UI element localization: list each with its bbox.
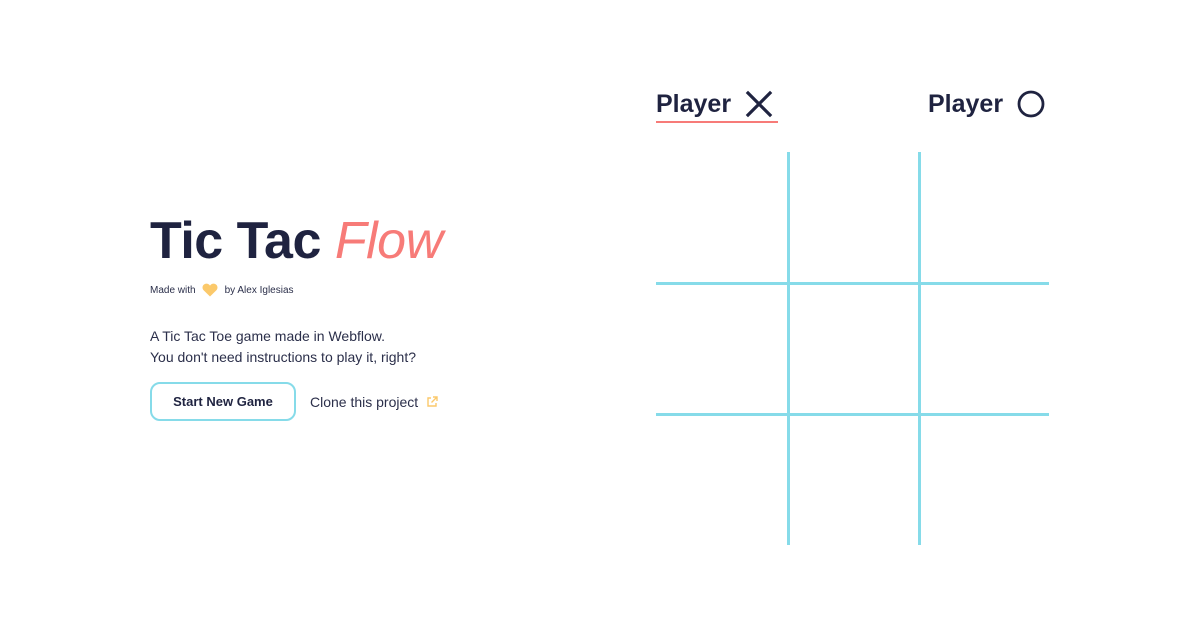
board-cell-3[interactable]: [918, 152, 1049, 283]
board-cell-1[interactable]: [656, 152, 787, 283]
board-cell-7[interactable]: [656, 414, 787, 545]
title-accent: Flow: [334, 212, 443, 270]
title-main: Tic Tac: [150, 212, 335, 270]
grid-line-horizontal-1: [656, 282, 1049, 285]
description-line-2: You don't need instructions to play it, …: [150, 349, 416, 365]
game-page: Tic Tac Flow Made with by Alex Iglesias …: [0, 0, 1200, 630]
clone-project-link[interactable]: Clone this project: [310, 394, 438, 410]
board-cell-4[interactable]: [656, 283, 787, 414]
player-x-tab[interactable]: Player: [656, 84, 778, 124]
grid-line-vertical-2: [918, 152, 921, 545]
credit-prefix: Made with: [150, 284, 196, 296]
credit-author: by Alex Iglesias: [224, 284, 294, 296]
circle-icon: [1017, 90, 1045, 118]
game-board: [656, 152, 1049, 545]
page-title: Tic Tac Flow: [150, 210, 570, 272]
intro-panel: Tic Tac Flow Made with by Alex Iglesias …: [150, 210, 570, 421]
board-cell-6[interactable]: [918, 283, 1049, 414]
heart-icon: [202, 283, 218, 297]
clone-project-label: Clone this project: [310, 393, 419, 410]
board-cell-9[interactable]: [918, 414, 1049, 545]
x-icon: [745, 90, 773, 118]
active-player-indicator: [656, 121, 778, 123]
actions-row: Start New Game Clone this project: [150, 382, 570, 421]
board-cell-8[interactable]: [787, 414, 918, 545]
grid-line-horizontal-2: [656, 413, 1049, 416]
description-line-1: A Tic Tac Toe game made in Webflow.: [150, 328, 386, 344]
board-cell-5[interactable]: [787, 283, 918, 414]
grid-line-vertical-1: [787, 152, 790, 545]
credit-line: Made with by Alex Iglesias: [150, 282, 570, 298]
player-o-label: Player: [928, 89, 1004, 118]
description: A Tic Tac Toe game made in Webflow. You …: [150, 326, 570, 368]
board-cell-2[interactable]: [787, 152, 918, 283]
start-new-game-button[interactable]: Start New Game: [150, 382, 296, 421]
external-link-icon: [427, 395, 438, 407]
player-o-tab[interactable]: Player: [928, 84, 1045, 124]
player-x-label: Player: [656, 89, 732, 118]
